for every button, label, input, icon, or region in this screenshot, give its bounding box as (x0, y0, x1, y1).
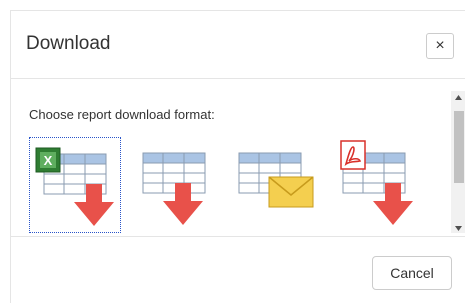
vertical-scrollbar[interactable] (451, 91, 465, 233)
scroll-down-arrow-icon[interactable] (451, 221, 465, 233)
svg-text:X: X (44, 153, 53, 168)
format-options: X (29, 137, 429, 233)
cancel-button[interactable]: Cancel (372, 256, 452, 290)
download-dialog: Download × Choose report download format… (10, 10, 465, 303)
dialog-title: Download (26, 33, 111, 54)
format-option-email[interactable] (229, 137, 321, 233)
dialog-footer: Cancel (11, 237, 465, 304)
dialog-body: Choose report download format: X (11, 79, 465, 237)
scroll-thumb[interactable] (454, 111, 464, 183)
email-report-icon (238, 152, 314, 208)
pdf-download-icon (340, 140, 413, 225)
dialog-header: Download × (11, 11, 465, 79)
format-option-excel[interactable]: X (29, 137, 121, 233)
close-button[interactable]: × (426, 33, 454, 59)
csv-download-icon (142, 152, 206, 225)
scroll-up-arrow-icon[interactable] (451, 91, 465, 103)
excel-download-icon: X (35, 147, 114, 226)
format-option-table[interactable] (129, 137, 221, 233)
format-option-pdf[interactable] (329, 137, 421, 233)
format-prompt: Choose report download format: (29, 107, 215, 122)
